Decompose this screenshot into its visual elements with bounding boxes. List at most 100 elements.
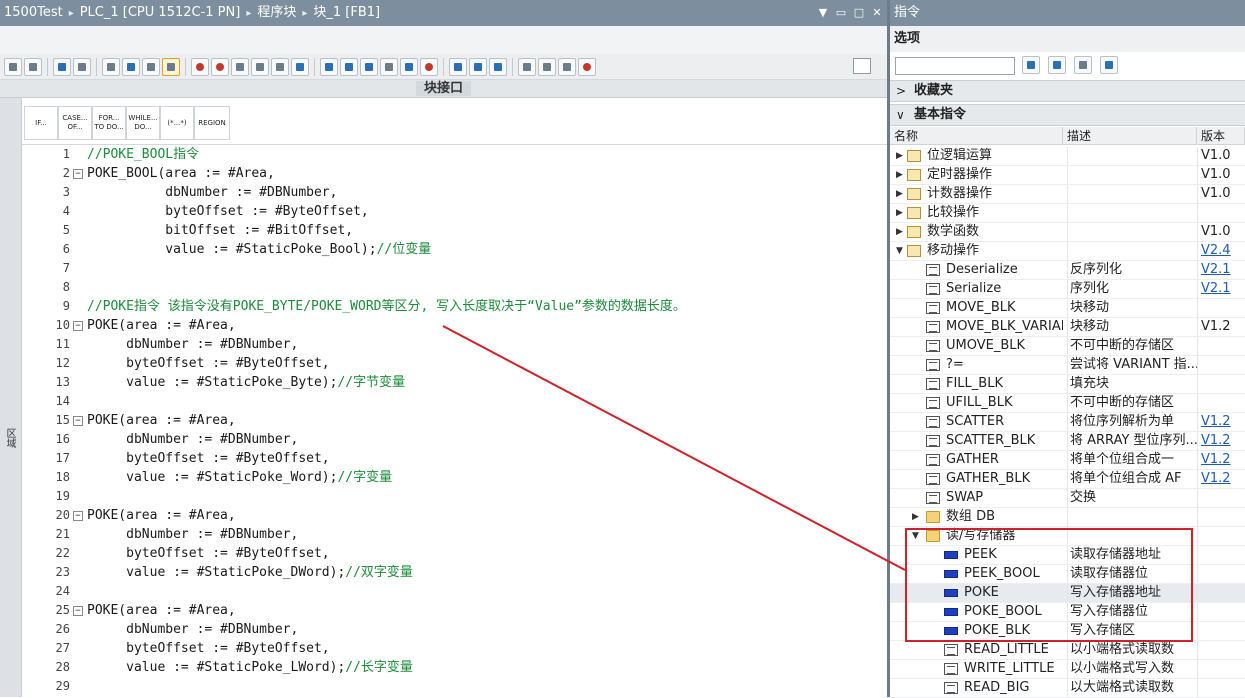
instruction-row[interactable]: SCATTER 将位序列解析为单 V1.2 [890, 413, 1245, 432]
toolbar-button-icon[interactable] [420, 57, 438, 76]
instruction-row[interactable]: WRITE_LITTLE 以小端格式写入数 [890, 660, 1245, 679]
breadcrumb-blocks[interactable]: 程序块 [257, 5, 296, 20]
fold-toggle-icon[interactable]: − [73, 416, 83, 426]
toolbar-button-icon[interactable] [538, 57, 556, 76]
code-line[interactable]: 17 byteOffset := #ByteOffset, [22, 449, 887, 468]
toolbar-button-icon[interactable] [162, 57, 180, 76]
code-line[interactable]: 20− POKE(area := #Area, [22, 506, 887, 525]
code-line[interactable]: 7 [22, 259, 887, 278]
snippet-button[interactable]: IF... [24, 106, 58, 140]
column-desc-header[interactable]: 描述 [1063, 127, 1197, 145]
instruction-row[interactable]: GATHER_BLK 将单个位组合成 AF V1.2 [890, 470, 1245, 489]
instruction-group-row[interactable]: ▶ 计数器操作 V1.0 [890, 185, 1245, 204]
code-line[interactable]: 2− POKE_BOOL(area := #Area, [22, 164, 887, 183]
toolbar-button-icon[interactable] [489, 57, 507, 76]
code-line[interactable]: 3 dbNumber := #DBNumber, [22, 183, 887, 202]
breadcrumb-block[interactable]: 块_1 [FB1] [313, 5, 380, 20]
code-line[interactable]: 11 dbNumber := #DBNumber, [22, 335, 887, 354]
snippet-button[interactable]: REGION [194, 106, 230, 140]
version-link[interactable]: V2.4 [1197, 242, 1245, 260]
toolbar-button-icon[interactable] [400, 57, 418, 76]
expand-right-icon[interactable]: ▶ [896, 204, 903, 222]
instruction-row[interactable]: ?= 尝试将 VARIANT 指... [890, 356, 1245, 375]
toolbar-button-icon[interactable] [122, 57, 140, 76]
expand-right-icon[interactable]: ▶ [896, 166, 903, 184]
expand-down-icon[interactable]: ▼ [896, 242, 903, 260]
block-interface-bar[interactable]: 块接口 [0, 80, 887, 98]
code-area[interactable]: 1//POKE_BOOL指令 2− POKE_BOOL(area := #Area,… [22, 144, 887, 697]
instruction-row[interactable]: MOVE_BLK_VARIANT 块移动V1.2 [890, 318, 1245, 337]
toolbar-button-icon[interactable] [211, 57, 229, 76]
code-line[interactable]: 4 byteOffset := #ByteOffset, [22, 202, 887, 221]
toggle-panel-icon[interactable] [853, 58, 871, 74]
instruction-group-row[interactable]: ▶ 比较操作 [890, 204, 1245, 223]
code-line[interactable]: 12 byteOffset := #ByteOffset, [22, 354, 887, 373]
instruction-group-row[interactable]: ▶ 位逻辑运算 V1.0 [890, 147, 1245, 166]
toolbar-button-icon[interactable] [360, 57, 378, 76]
instruction-group-row[interactable]: ▶ 定时器操作 V1.0 [890, 166, 1245, 185]
expand-right-icon[interactable]: ▶ [896, 147, 903, 165]
code-line[interactable]: 5 bitOffset := #BitOffset, [22, 221, 887, 240]
snippet-button[interactable]: CASE... OF... [58, 106, 92, 140]
toolbar-button-icon[interactable] [53, 57, 71, 76]
toolbar-button-icon[interactable] [251, 57, 269, 76]
code-line[interactable]: 24 [22, 582, 887, 601]
toolbar-button-icon[interactable] [142, 57, 160, 76]
expand-right-icon[interactable]: ▶ [896, 223, 903, 241]
toolbar-button-icon[interactable] [340, 57, 358, 76]
close-icon[interactable]: ✕ [871, 0, 883, 26]
search-input[interactable] [895, 57, 1015, 75]
toolbar-button-icon[interactable] [4, 57, 22, 76]
code-line[interactable]: 23 value := #StaticPoke_DWord);//双字变量 [22, 563, 887, 582]
column-name-header[interactable]: 名称 [890, 127, 1063, 145]
instruction-row[interactable]: READ_BIG 以大端格式读取数 [890, 679, 1245, 698]
snippet-button[interactable]: (*...*) [160, 106, 194, 140]
toolbar-button-icon[interactable] [380, 57, 398, 76]
toolbar-button-icon[interactable] [518, 57, 536, 76]
code-line[interactable]: 8 [22, 278, 887, 297]
version-link[interactable]: V2.1 [1197, 261, 1245, 279]
toolbar-button-icon[interactable] [231, 57, 249, 76]
toolbar-button-icon[interactable] [558, 57, 576, 76]
fold-toggle-icon[interactable]: − [73, 511, 83, 521]
code-line[interactable]: 13 value := #StaticPoke_Byte);//字节变量 [22, 373, 887, 392]
breadcrumb-project[interactable]: 1500Test [4, 5, 63, 20]
version-link[interactable]: V2.1 [1197, 280, 1245, 298]
toolbar-button-icon[interactable] [578, 57, 596, 76]
instruction-row[interactable]: GATHER 将单个位组合成一 V1.2 [890, 451, 1245, 470]
code-line[interactable]: 9 //POKE指令 该指令没有POKE_BYTE/POKE_WORD等区分, 写… [22, 297, 887, 316]
code-line[interactable]: 18 value := #StaticPoke_Word);//字变量 [22, 468, 887, 487]
instruction-row[interactable]: SWAP 交换 [890, 489, 1245, 508]
side-strip[interactable]: 区域 [0, 98, 22, 697]
code-line[interactable]: 6 value := #StaticPoke_Bool);//位变量 [22, 240, 887, 259]
code-line[interactable]: 15− POKE(area := #Area, [22, 411, 887, 430]
snippet-button[interactable]: WHILE... DO... [126, 106, 160, 140]
favorites-section[interactable]: > 收藏夹 [890, 80, 1245, 102]
settings-icon[interactable] [1074, 56, 1092, 74]
instruction-row[interactable]: MOVE_BLK 块移动 [890, 299, 1245, 318]
toolbar-button-icon[interactable] [24, 57, 42, 76]
instruction-row[interactable]: READ_LITTLE 以小端格式读取数 [890, 641, 1245, 660]
version-link[interactable]: V1.2 [1197, 470, 1245, 488]
toolbar-button-icon[interactable] [271, 57, 289, 76]
code-line[interactable]: 29 [22, 677, 887, 696]
fold-toggle-icon[interactable]: − [73, 169, 83, 179]
toolbar-button-icon[interactable] [191, 57, 209, 76]
dropdown-icon[interactable]: ▼ [817, 0, 829, 26]
instruction-row[interactable]: ▶ 数组 DB [890, 508, 1245, 527]
basic-instructions-section[interactable]: ∨ 基本指令 [890, 104, 1245, 126]
update-icon[interactable] [1100, 56, 1118, 74]
instruction-row[interactable]: UFILL_BLK 不可中断的存储区 [890, 394, 1245, 413]
breadcrumb-plc[interactable]: PLC_1 [CPU 1512C-1 PN] [80, 5, 241, 20]
restore-icon[interactable]: ▭ [835, 0, 847, 26]
version-link[interactable]: V1.2 [1197, 451, 1245, 469]
maximize-icon[interactable]: □ [853, 0, 865, 26]
instruction-group-row[interactable]: ▶ 数学函数 V1.0 [890, 223, 1245, 242]
toolbar-button-icon[interactable] [291, 57, 309, 76]
version-link[interactable]: V1.2 [1197, 432, 1245, 450]
columns-icon[interactable] [1048, 56, 1066, 74]
toolbar-button-icon[interactable] [73, 57, 91, 76]
fold-toggle-icon[interactable]: − [73, 321, 83, 331]
layout-icon[interactable] [1022, 56, 1040, 74]
code-line[interactable]: 19 [22, 487, 887, 506]
